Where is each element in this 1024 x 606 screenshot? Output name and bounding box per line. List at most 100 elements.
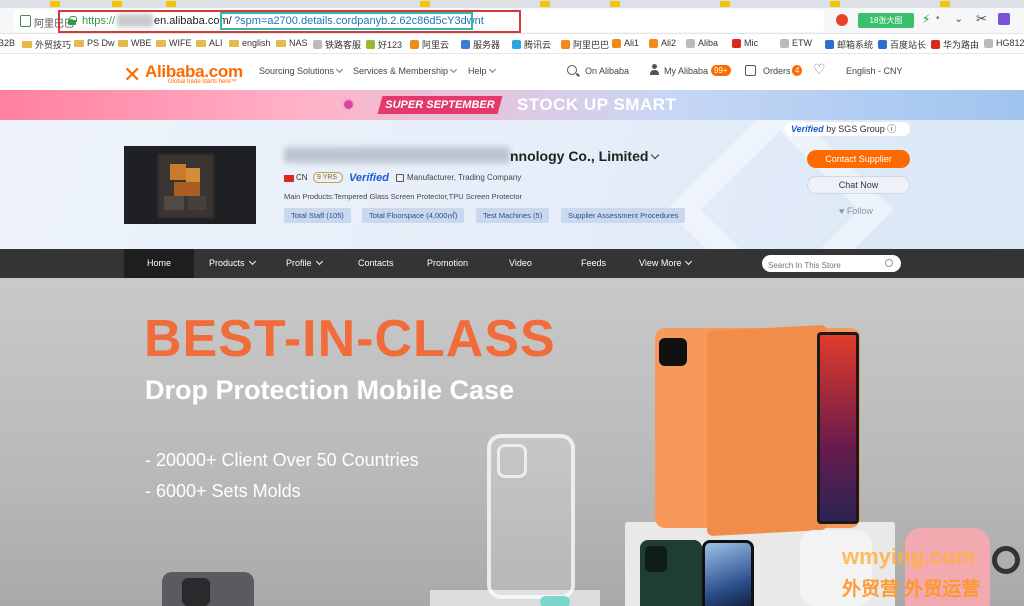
folder-icon xyxy=(118,39,128,47)
more-icon[interactable]: • xyxy=(936,13,940,24)
profile-icon[interactable] xyxy=(998,13,1010,25)
chip-floorspace[interactable]: Total Floorspace (4,000㎡) xyxy=(362,208,465,223)
gold-supplier-years[interactable]: 9 YRS xyxy=(313,172,343,183)
bookmark-item[interactable]: 阿里云 xyxy=(410,38,449,51)
chevron-down-icon[interactable]: ⌄ xyxy=(954,12,963,25)
verified-by-sgs-badge[interactable]: Verified by SGS Group ⓘ xyxy=(785,122,910,136)
product-ring xyxy=(992,546,1020,574)
url-field[interactable]: 阿里巴巴 https:// en.alibaba.com/ ?spm=a2700… xyxy=(14,10,824,33)
company-name[interactable]: nnology Co., Limited xyxy=(510,148,660,164)
search-icon[interactable] xyxy=(885,259,893,267)
cloud-icon xyxy=(512,40,521,49)
company-name-redacted xyxy=(284,147,510,163)
tab-favicon[interactable] xyxy=(112,1,122,7)
store-search-input[interactable] xyxy=(762,257,872,274)
browser-tab-strip xyxy=(0,0,1024,8)
bookmark-item[interactable]: 百度站长 xyxy=(878,38,926,51)
nav-services-membership[interactable]: Services & Membership xyxy=(353,65,458,76)
watermark: wmying.com xyxy=(842,544,976,569)
bookmark-item[interactable]: english xyxy=(229,38,271,48)
bookmark-icon xyxy=(313,40,322,49)
factory-icon xyxy=(396,174,404,182)
bookmark-item[interactable]: PS Dw xyxy=(74,38,115,48)
hero-bullet: - 20000+ Client Over 50 Countries xyxy=(145,450,419,470)
store-nav-promotion[interactable]: Promotion xyxy=(427,249,468,278)
hero-subtitle: Drop Protection Mobile Case xyxy=(145,375,515,405)
store-nav-products[interactable]: Products xyxy=(209,249,256,278)
chip-test-machines[interactable]: Test Machines (5) xyxy=(476,208,550,223)
bolt-icon[interactable]: ⚡ xyxy=(922,12,930,26)
follow-button[interactable]: ♥ Follow xyxy=(839,206,873,216)
chat-now-button[interactable]: Chat Now xyxy=(807,176,910,194)
mail-icon xyxy=(825,40,834,49)
tab-favicon[interactable] xyxy=(420,1,430,7)
chevron-down-icon xyxy=(248,257,256,266)
orders-count-badge: 4 xyxy=(792,65,803,76)
tab-favicon[interactable] xyxy=(720,1,730,7)
nav-on-alibaba[interactable]: On Alibaba xyxy=(585,66,629,76)
hero-banner[interactable]: BEST-IN-CLASS Drop Protection Mobile Cas… xyxy=(0,278,1024,606)
contact-supplier-button[interactable]: Contact Supplier xyxy=(807,150,910,168)
bookmark-item[interactable]: 外贸技巧 xyxy=(22,38,71,51)
bookmark-item[interactable]: WBE xyxy=(118,38,152,48)
chip-assessment-procedures[interactable]: Supplier Assessment Procedures xyxy=(561,208,686,223)
store-nav-feeds[interactable]: Feeds xyxy=(581,249,606,278)
bookmark-icon xyxy=(732,38,741,48)
bookmark-item[interactable]: 铁路客服 xyxy=(313,38,361,51)
store-nav-profile[interactable]: Profile xyxy=(286,249,323,278)
tab-favicon[interactable] xyxy=(940,1,950,7)
bookmark-item[interactable]: B2B xyxy=(0,38,15,48)
search-icon[interactable] xyxy=(567,65,577,75)
tab-favicon[interactable] xyxy=(540,1,550,7)
tab-favicon[interactable] xyxy=(830,1,840,7)
bookmark-item[interactable]: 腾讯云 xyxy=(512,38,551,51)
bookmark-item[interactable]: WIFE xyxy=(156,38,192,48)
heart-icon: ♥ xyxy=(839,206,845,216)
logo-mark-icon: ✕ xyxy=(123,62,142,87)
extension-icon[interactable] xyxy=(836,14,848,26)
bookmark-item[interactable]: Ali1 xyxy=(612,38,639,48)
bookmark-item[interactable]: Aliba xyxy=(686,38,718,48)
bookmark-item[interactable]: 阿里巴巴 xyxy=(561,38,609,51)
company-logo[interactable] xyxy=(124,146,256,224)
bookmark-item[interactable]: ETW xyxy=(780,38,812,48)
bookmark-item[interactable]: 华为路由 xyxy=(931,38,979,51)
chip-total-staff[interactable]: Total Staff (105) xyxy=(284,208,351,223)
bookmark-item[interactable]: HG8120 xyxy=(984,38,1024,48)
extension-badge[interactable]: 18张大图 xyxy=(858,13,914,28)
bookmark-item[interactable]: 服务器 xyxy=(461,38,500,51)
bookmark-item[interactable]: Ali2 xyxy=(649,38,676,48)
tab-favicon[interactable] xyxy=(50,1,60,7)
store-nav-video[interactable]: Video xyxy=(509,249,532,278)
tab-favicon[interactable] xyxy=(166,1,176,7)
hero-bullet: - 6000+ Sets Molds xyxy=(145,481,301,501)
store-nav-view-more[interactable]: View More xyxy=(639,249,693,278)
orders-icon[interactable] xyxy=(745,65,756,76)
language-currency-selector[interactable]: English - CNY xyxy=(846,66,903,76)
folder-icon xyxy=(229,39,239,47)
store-search[interactable] xyxy=(762,255,901,274)
user-icon[interactable] xyxy=(650,64,659,76)
bookmark-item[interactable]: ALI xyxy=(196,38,223,48)
favorites-heart-icon[interactable]: ♡ xyxy=(813,61,826,78)
bookmark-item[interactable]: 邮箱系统 xyxy=(825,38,873,51)
bookmark-item[interactable]: Mic xyxy=(732,38,758,48)
nav-my-alibaba[interactable]: My Alibaba xyxy=(664,66,708,76)
nav-sourcing-solutions[interactable]: Sourcing Solutions xyxy=(259,65,344,76)
bookmark-item[interactable]: NAS xyxy=(276,38,308,48)
nav-help[interactable]: Help xyxy=(468,65,496,76)
nav-orders[interactable]: Orders xyxy=(763,66,791,76)
promo-banner[interactable]: SUPER SEPTEMBER STOCK UP SMART xyxy=(0,90,1024,120)
tab-favicon[interactable] xyxy=(610,1,620,7)
bookmark-icon xyxy=(366,40,375,49)
verified-tag[interactable]: Verified xyxy=(349,172,389,184)
main-products: Main Products:Tempered Glass Screen Prot… xyxy=(284,192,523,201)
chevron-down-icon xyxy=(336,65,344,74)
bookmark-item[interactable]: 好123 xyxy=(366,38,402,51)
scissors-icon[interactable]: ✂ xyxy=(976,11,987,27)
store-nav-contacts[interactable]: Contacts xyxy=(358,249,394,278)
product-phone xyxy=(702,540,754,606)
country-code: CN xyxy=(296,173,308,182)
folder-icon xyxy=(74,39,84,47)
store-nav-home[interactable]: Home xyxy=(124,249,194,278)
